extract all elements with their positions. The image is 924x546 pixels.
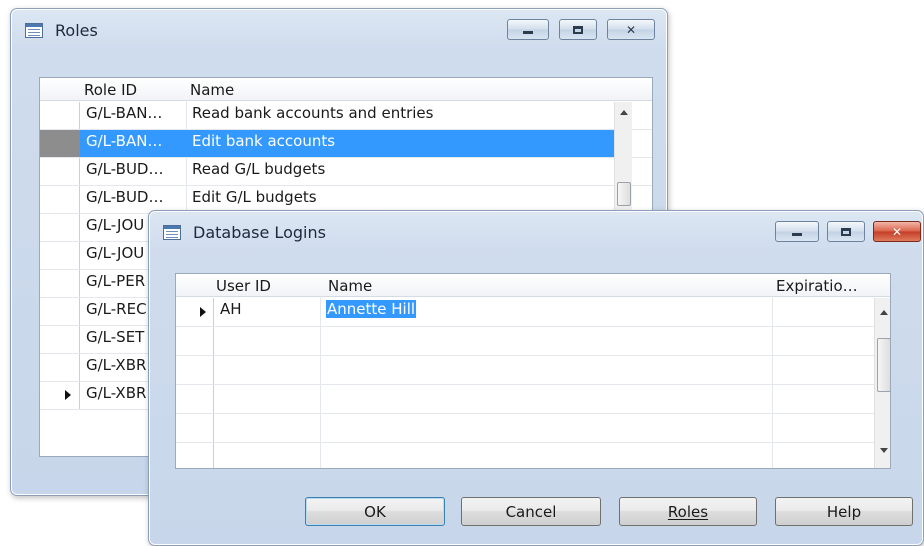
- role-id-cell[interactable]: G/L-BUD…: [86, 160, 182, 178]
- table-row[interactable]: G/L-BUD… Read G/L budgets: [40, 158, 652, 186]
- maximize-button[interactable]: [827, 221, 865, 242]
- row-selector[interactable]: [40, 242, 80, 269]
- column-header-expiration[interactable]: Expiratio…: [776, 277, 858, 295]
- logins-grid[interactable]: User ID Name Expiratio… AH Annette Hill: [175, 273, 891, 469]
- maximize-icon: [573, 25, 583, 34]
- maximize-button[interactable]: [559, 19, 597, 40]
- table-row[interactable]: [176, 327, 890, 356]
- roles-grid-header: Role ID Name: [40, 78, 652, 101]
- table-row[interactable]: [176, 356, 890, 385]
- name-cell-editing[interactable]: Annette Hill: [326, 300, 766, 318]
- row-selector[interactable]: [176, 356, 214, 384]
- role-id-cell[interactable]: G/L-BAN…: [86, 104, 182, 122]
- row-selector[interactable]: [40, 382, 80, 409]
- close-button[interactable]: ✕: [607, 19, 655, 40]
- scroll-up-icon[interactable]: [620, 110, 628, 115]
- column-header-user-id[interactable]: User ID: [216, 277, 271, 295]
- table-row-current[interactable]: AH Annette Hill: [176, 298, 890, 327]
- scroll-thumb[interactable]: [617, 182, 631, 206]
- table-row-selected[interactable]: G/L-BAN… Edit bank accounts: [40, 130, 652, 158]
- row-selector[interactable]: [176, 298, 214, 326]
- role-name-cell[interactable]: Edit bank accounts: [192, 132, 612, 150]
- role-id-cell[interactable]: G/L-BUD…: [86, 188, 182, 206]
- row-selector[interactable]: [40, 130, 80, 157]
- row-selector[interactable]: [40, 326, 80, 353]
- triangle-right-icon: [200, 307, 206, 317]
- role-name-cell[interactable]: Edit G/L budgets: [192, 188, 612, 206]
- column-header-name[interactable]: Name: [190, 81, 234, 99]
- table-row[interactable]: [176, 385, 890, 414]
- row-selector[interactable]: [40, 158, 80, 185]
- name-cell-text[interactable]: Annette Hill: [326, 300, 417, 318]
- role-id-cell[interactable]: G/L-BAN…: [86, 132, 182, 150]
- maximize-icon: [841, 227, 851, 236]
- help-button[interactable]: Help: [775, 497, 913, 526]
- row-selector[interactable]: [40, 102, 80, 129]
- scroll-down-icon[interactable]: [880, 448, 888, 453]
- close-icon: ✕: [891, 224, 903, 239]
- row-selector[interactable]: [40, 214, 80, 241]
- logins-grid-header: User ID Name Expiratio…: [176, 274, 890, 297]
- table-row[interactable]: G/L-BAN… Read bank accounts and entries: [40, 102, 652, 130]
- database-logins-window[interactable]: Database Logins ✕ User ID Name Expiratio…: [148, 210, 924, 546]
- minimize-icon: [792, 233, 802, 236]
- row-selector[interactable]: [176, 443, 214, 468]
- database-logins-title: Database Logins: [193, 223, 326, 242]
- user-id-cell[interactable]: AH: [220, 300, 316, 318]
- ok-button[interactable]: OK: [305, 497, 445, 526]
- table-row[interactable]: [176, 443, 890, 468]
- minimize-icon: [523, 31, 533, 34]
- form-icon: [163, 225, 181, 240]
- scroll-up-icon[interactable]: [880, 310, 888, 315]
- roles-window-title: Roles: [55, 21, 98, 40]
- cancel-button[interactable]: Cancel: [461, 497, 601, 526]
- form-icon: [25, 23, 43, 38]
- minimize-button[interactable]: [507, 19, 549, 40]
- row-selector[interactable]: [40, 186, 80, 213]
- role-name-cell[interactable]: Read G/L budgets: [192, 160, 612, 178]
- row-selector[interactable]: [40, 298, 80, 325]
- role-name-cell[interactable]: Read bank accounts and entries: [192, 104, 612, 122]
- row-selector[interactable]: [40, 354, 80, 381]
- row-selector[interactable]: [40, 270, 80, 297]
- roles-scrollbar[interactable]: [614, 102, 632, 212]
- logins-scrollbar[interactable]: [874, 298, 890, 468]
- row-selector[interactable]: [176, 327, 214, 355]
- roles-button-label: Roles: [667, 502, 709, 521]
- column-header-role-id[interactable]: Role ID: [84, 81, 137, 99]
- table-row[interactable]: [176, 414, 890, 443]
- minimize-button[interactable]: [775, 221, 819, 242]
- row-selector[interactable]: [176, 414, 214, 442]
- roles-button[interactable]: Roles: [619, 497, 757, 526]
- column-header-name[interactable]: Name: [328, 277, 372, 295]
- close-button[interactable]: ✕: [873, 221, 921, 242]
- close-icon: ✕: [625, 22, 637, 37]
- scroll-thumb[interactable]: [877, 338, 890, 392]
- row-selector[interactable]: [176, 385, 214, 413]
- triangle-right-icon: [65, 390, 71, 400]
